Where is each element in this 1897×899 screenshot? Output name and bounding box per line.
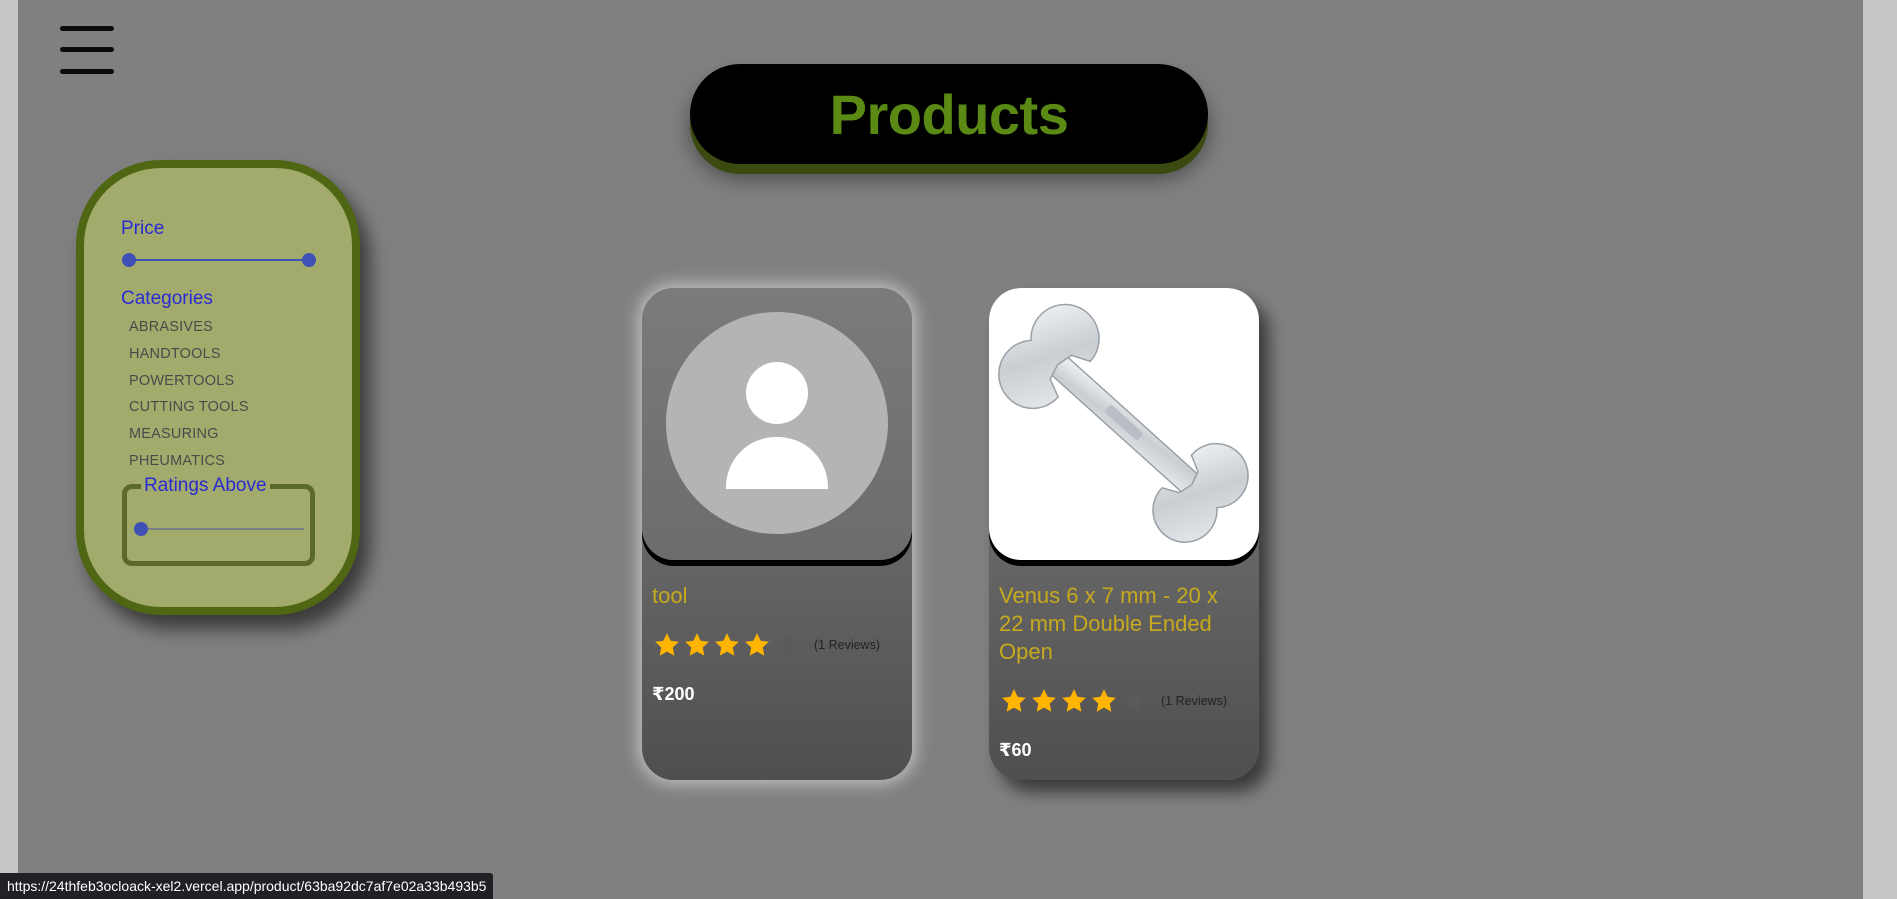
page-title-banner: Products xyxy=(690,64,1208,164)
category-item-pheumatics[interactable]: PHEUMATICS xyxy=(129,448,249,475)
category-item-handtools[interactable]: HANDTOOLS xyxy=(129,341,249,368)
scrollbar-gutter xyxy=(1863,0,1880,899)
product-price: ₹200 xyxy=(652,684,695,704)
page-title: Products xyxy=(829,82,1069,146)
product-name: tool xyxy=(652,583,688,608)
star-empty-icon xyxy=(775,633,799,656)
star-filled-icon xyxy=(1062,689,1086,712)
price-heading: Price xyxy=(121,218,165,239)
star-filled-icon xyxy=(745,633,769,656)
ratings-slider[interactable] xyxy=(134,522,304,536)
categories-heading: Categories xyxy=(121,288,213,309)
product-image xyxy=(989,288,1259,560)
star-rating: (1 Reviews) xyxy=(999,686,1227,716)
filter-panel: Price Categories ABRASIVES HANDTOOLS POW… xyxy=(76,160,360,615)
star-filled-icon xyxy=(715,633,739,656)
user-avatar-placeholder-icon xyxy=(666,312,888,534)
ratings-slider-thumb[interactable] xyxy=(134,522,148,536)
product-image xyxy=(642,288,912,560)
ratings-legend: Ratings Above xyxy=(141,475,270,497)
product-card[interactable]: Venus 6 x 7 mm - 20 x 22 mm Double Ended… xyxy=(989,288,1259,780)
price-range-slider[interactable] xyxy=(122,253,316,267)
hamburger-menu-icon[interactable] xyxy=(60,24,114,76)
menu-bar xyxy=(60,69,114,74)
review-count: (1 Reviews) xyxy=(814,638,880,652)
avatar-head xyxy=(746,362,808,424)
product-card[interactable]: tool (1 Reviews) ₹200 xyxy=(642,288,912,780)
wrench-icon xyxy=(998,303,1249,543)
ratings-slider-rail xyxy=(140,528,304,530)
category-item-abrasives[interactable]: ABRASIVES xyxy=(129,314,249,341)
price-slider-track xyxy=(128,259,310,261)
star-rating: (1 Reviews) xyxy=(652,630,880,660)
category-list: ABRASIVES HANDTOOLS POWERTOOLS CUTTING T… xyxy=(129,314,249,475)
page: Products Price Categories ABRASIVES HAND… xyxy=(18,0,1880,899)
category-item-powertools[interactable]: POWERTOOLS xyxy=(129,368,249,395)
price-min-thumb[interactable] xyxy=(122,253,136,267)
review-count: (1 Reviews) xyxy=(1161,694,1227,708)
star-filled-icon xyxy=(655,633,679,656)
product-name: Venus 6 x 7 mm - 20 x 22 mm Double Ended… xyxy=(999,583,1218,664)
star-filled-icon xyxy=(1002,689,1026,712)
star-filled-icon xyxy=(1032,689,1056,712)
avatar-body xyxy=(726,437,828,489)
star-empty-icon xyxy=(1122,689,1146,712)
ratings-fieldset: Ratings Above xyxy=(122,475,315,566)
status-bar-url: https://24thfeb3ocloack-xel2.vercel.app/… xyxy=(0,873,494,899)
menu-bar xyxy=(60,26,114,31)
category-item-measuring[interactable]: MEASURING xyxy=(129,421,249,448)
star-filled-icon xyxy=(1092,689,1116,712)
price-max-thumb[interactable] xyxy=(302,253,316,267)
menu-bar xyxy=(60,47,114,52)
star-filled-icon xyxy=(685,633,709,656)
category-item-cutting-tools[interactable]: CUTTING TOOLS xyxy=(129,394,249,421)
product-price: ₹60 xyxy=(999,740,1032,760)
